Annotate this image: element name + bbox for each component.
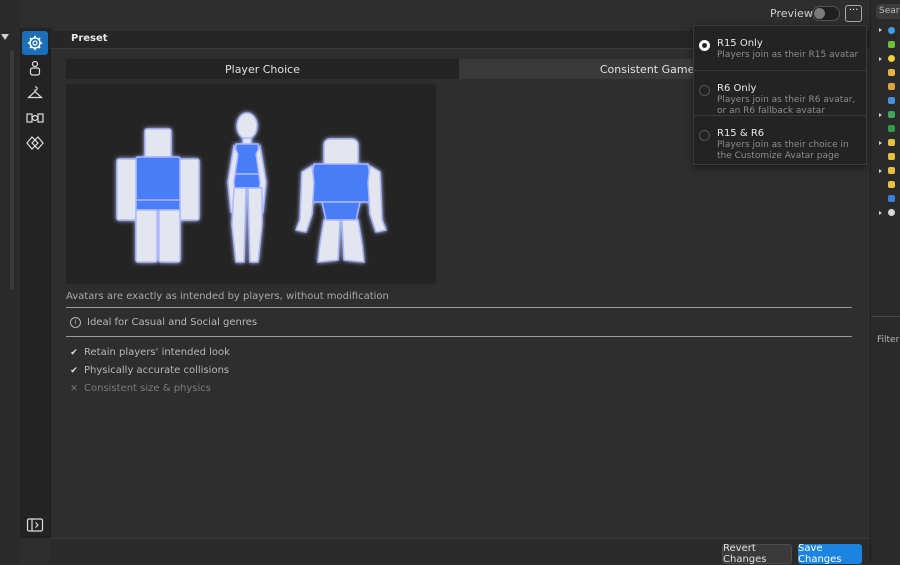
feature-item: ✕ Consistent size & physics	[70, 383, 211, 394]
collision-icon[interactable]	[22, 131, 48, 155]
filter-properties-input[interactable]: Filter P	[877, 335, 900, 345]
workspace-icon[interactable]	[888, 27, 895, 34]
feature-item: ✔ Physically accurate collisions	[70, 365, 229, 376]
avatar-preview	[66, 84, 436, 284]
option-r6-only[interactable]: R6 Only Players join as their R6 avatar,…	[694, 71, 866, 116]
expand-arrow-icon[interactable]	[879, 141, 882, 145]
starter-pack-icon[interactable]	[888, 167, 895, 174]
collapse-panel-icon[interactable]	[22, 513, 48, 537]
cross-icon: ✕	[70, 383, 78, 394]
info-text: Ideal for Casual and Social genres	[87, 317, 258, 328]
option-title: R15 Only	[717, 38, 763, 49]
expand-arrow-icon[interactable]	[879, 169, 882, 173]
left-edge-panel	[0, 0, 20, 563]
starter-player-icon[interactable]	[888, 181, 895, 188]
rthro-avatar-figure	[294, 138, 388, 263]
expand-arrow-icon[interactable]	[879, 57, 882, 61]
info-icon: i	[70, 317, 81, 328]
option-r15-and-r6[interactable]: R15 & R6 Players join as their choice in…	[694, 116, 866, 161]
feature-label: Physically accurate collisions	[84, 365, 230, 376]
preview-toggle[interactable]	[812, 6, 840, 21]
option-title: R15 & R6	[717, 128, 765, 139]
expand-arrow-icon[interactable]	[879, 211, 882, 215]
hanger-icon[interactable]	[22, 81, 48, 105]
explorer-panel: Search Filter P	[870, 0, 900, 563]
divider-top	[66, 307, 852, 308]
server-storage-icon[interactable]	[888, 139, 895, 146]
starter-gui-icon[interactable]	[888, 153, 895, 160]
save-changes-button[interactable]: Save Changes	[798, 543, 862, 565]
expand-arrow-icon[interactable]	[879, 113, 882, 117]
option-subtitle: Players join as their R15 avatar	[717, 50, 859, 60]
sound-service-icon[interactable]	[888, 209, 895, 216]
lighting-icon[interactable]	[888, 55, 895, 62]
check-icon: ✔	[70, 365, 78, 376]
option-subtitle: Players join as their R6 avatar, or an R…	[717, 95, 856, 116]
expand-arrow-icon[interactable]	[879, 28, 882, 32]
info-row: i Ideal for Casual and Social genres	[70, 317, 257, 328]
radio-button[interactable]	[699, 85, 710, 96]
revert-changes-button[interactable]: Revert Changes	[722, 543, 792, 565]
option-r15-only[interactable]: R15 Only Players join as their R15 avata…	[694, 26, 866, 71]
option-subtitle: Players join as their choice in the Cust…	[717, 140, 849, 161]
avatar-body-icon[interactable]	[22, 56, 48, 80]
gear-icon[interactable]	[22, 31, 48, 55]
teams-icon[interactable]	[888, 195, 895, 202]
divider-bottom	[66, 336, 852, 337]
preview-label: Preview	[770, 7, 813, 20]
feature-label: Retain players' intended look	[84, 347, 230, 358]
bottom-bar: Revert Changes Save Changes	[50, 538, 870, 565]
more-options-button[interactable]: ···	[845, 5, 862, 22]
radio-button[interactable]	[699, 130, 710, 141]
r15-avatar-figure	[227, 112, 267, 263]
replicated-first-icon[interactable]	[888, 97, 895, 104]
toggle-knob	[814, 8, 825, 19]
players-icon[interactable]	[888, 41, 895, 48]
animation-icon[interactable]	[22, 106, 48, 130]
left-scrollbar[interactable]	[10, 50, 14, 290]
top-bar: Preview ···	[50, 0, 870, 28]
feature-label: Consistent size & physics	[84, 383, 211, 394]
material-service-icon[interactable]	[888, 69, 895, 76]
section-title: Preset	[71, 33, 108, 44]
tab-player-choice[interactable]: Player Choice	[66, 59, 459, 79]
radio-button-selected[interactable]	[699, 40, 710, 51]
search-input[interactable]: Search	[876, 4, 900, 19]
feature-item: ✔ Retain players' intended look	[70, 347, 230, 358]
preset-description: Avatars are exactly as intended by playe…	[66, 291, 389, 302]
avatar-type-dropdown: R15 Only Players join as their R15 avata…	[693, 25, 867, 165]
panel-divider	[871, 316, 900, 317]
option-title: R6 Only	[717, 83, 757, 94]
network-icon[interactable]	[888, 83, 895, 90]
filter-icon[interactable]	[1, 34, 9, 40]
settings-icon-rail	[20, 28, 51, 538]
server-script-service-icon[interactable]	[888, 125, 895, 132]
replicated-storage-icon[interactable]	[888, 111, 895, 118]
check-icon: ✔	[70, 347, 78, 358]
r6-avatar-figure	[116, 128, 200, 263]
